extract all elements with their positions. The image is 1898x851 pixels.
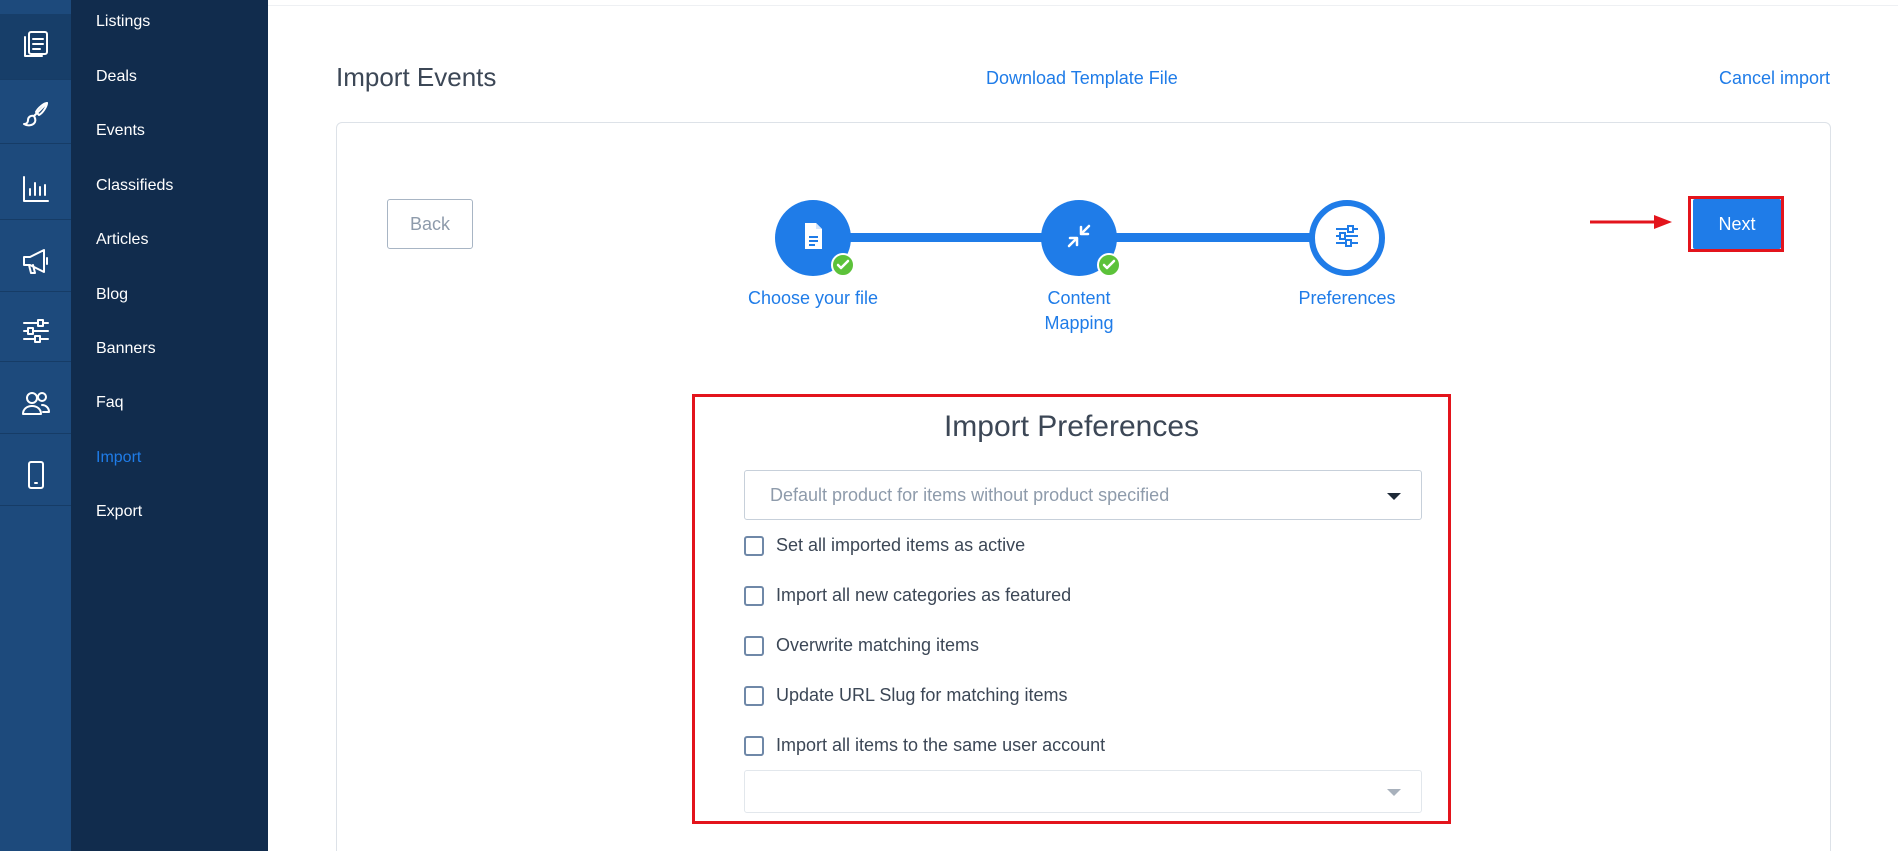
option-label: Import all new categories as featured: [776, 585, 1072, 605]
compress-icon: [1063, 220, 1095, 257]
submenu-item-faq[interactable]: Faq: [96, 393, 124, 413]
submenu-item-deals[interactable]: Deals: [96, 67, 137, 87]
download-template-link[interactable]: Download Template File: [986, 68, 1178, 89]
brush-icon: [20, 98, 52, 135]
top-divider: [268, 0, 1898, 6]
submenu-item-blog[interactable]: Blog: [96, 285, 128, 305]
mobile-icon: [20, 459, 52, 496]
submenu-item-classifieds[interactable]: Classifieds: [96, 176, 173, 196]
submenu-item-events[interactable]: Events: [96, 121, 145, 141]
option-update-url-slug[interactable]: Update URL Slug for matching items: [744, 685, 1067, 706]
preferences-highlight: [692, 394, 1451, 824]
stepper-track-1: [845, 233, 1045, 242]
sliders-icon: [20, 315, 52, 352]
step-label-choose-file: Choose your file: [747, 288, 879, 308]
app-root: Listings Deals Events Classifieds Articl…: [0, 0, 1898, 851]
annotation-arrow: [1590, 215, 1672, 229]
chevron-down-icon: [1387, 789, 1401, 796]
checkbox[interactable]: [744, 535, 764, 556]
step-complete-check-icon: [831, 253, 855, 277]
rail-item-design[interactable]: [0, 90, 71, 144]
option-label: Overwrite matching items: [776, 635, 980, 655]
submenu-item-listings[interactable]: Listings: [96, 12, 150, 32]
cancel-import-link[interactable]: Cancel import: [1719, 68, 1830, 89]
content-icon: [20, 28, 52, 65]
checkbox[interactable]: [744, 635, 764, 656]
default-product-placeholder: Default product for items without produc…: [770, 485, 1170, 505]
rail-item-content[interactable]: [0, 14, 71, 80]
step-label-preferences: Preferences: [1298, 288, 1396, 308]
option-label: Update URL Slug for matching items: [776, 685, 1068, 705]
rail-item-users[interactable]: [0, 378, 71, 434]
megaphone-icon: [20, 245, 52, 282]
chevron-down-icon: [1387, 493, 1401, 500]
option-set-active[interactable]: Set all imported items as active: [744, 535, 1025, 556]
stepper-track-2: [1112, 233, 1312, 242]
page-title: Import Events: [336, 62, 497, 92]
checkbox[interactable]: [744, 685, 764, 706]
step-complete-check-icon: [1097, 253, 1121, 277]
sliders-icon: [1331, 220, 1363, 257]
option-overwrite-matching[interactable]: Overwrite matching items: [744, 635, 979, 656]
users-icon: [20, 387, 52, 424]
rail-item-reports[interactable]: [0, 164, 71, 220]
chart-icon: [20, 173, 52, 210]
rail-item-promotion[interactable]: [0, 236, 71, 292]
step-preferences[interactable]: [1309, 200, 1385, 276]
step-label-content-mapping: Content Mapping: [1044, 288, 1114, 333]
preferences-title: Import Preferences: [943, 410, 1200, 443]
submenu-item-articles[interactable]: Articles: [96, 230, 148, 250]
next-button[interactable]: Next: [1693, 199, 1781, 249]
default-product-select[interactable]: Default product for items without produc…: [744, 470, 1422, 520]
checkbox[interactable]: [744, 735, 764, 756]
user-account-select[interactable]: [744, 770, 1422, 813]
content-submenu: Listings Deals Events Classifieds Articl…: [71, 0, 268, 851]
option-categories-featured[interactable]: Import all new categories as featured: [744, 585, 1071, 606]
icon-rail: [0, 0, 71, 851]
rail-item-mobile[interactable]: [0, 450, 71, 506]
option-same-user-account[interactable]: Import all items to the same user accoun…: [744, 735, 1105, 756]
submenu-item-import[interactable]: Import: [96, 448, 141, 468]
option-label: Set all imported items as active: [776, 535, 1026, 555]
checkbox[interactable]: [744, 585, 764, 606]
file-icon: [797, 220, 829, 257]
rail-item-settings[interactable]: [0, 306, 71, 362]
submenu-item-banners[interactable]: Banners: [96, 339, 156, 359]
option-label: Import all items to the same user accoun…: [776, 735, 1106, 755]
submenu-item-export[interactable]: Export: [96, 502, 142, 522]
back-button[interactable]: Back: [387, 199, 473, 249]
